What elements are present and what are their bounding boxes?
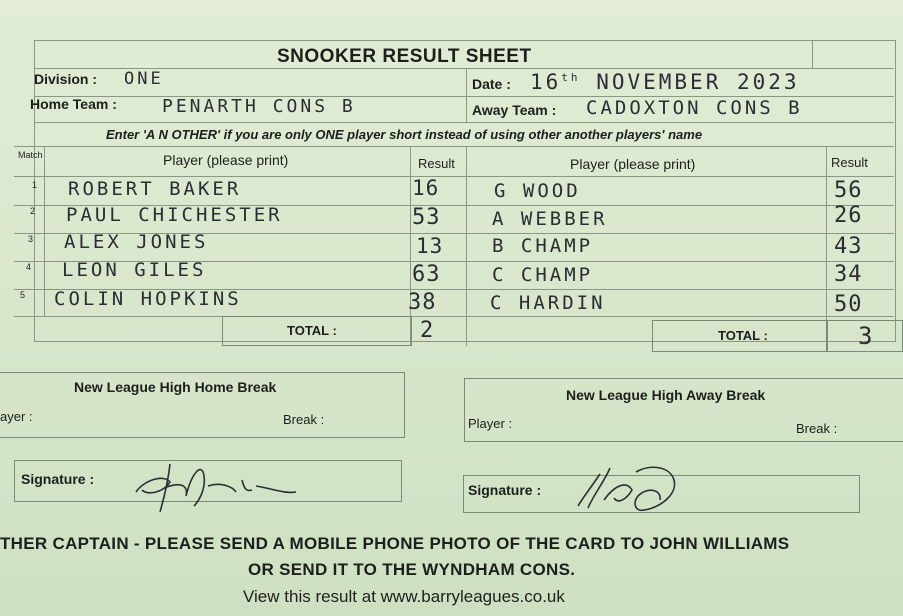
result-sheet: SNOOKER RESULT SHEET Division : ONE Date…: [0, 0, 903, 616]
home-total-value: 2: [420, 318, 437, 343]
sheet-title: SNOOKER RESULT SHEET: [277, 46, 532, 67]
rule: [812, 40, 813, 68]
division-label: Division :: [34, 71, 98, 87]
away-player: B CHAMP: [492, 235, 594, 257]
home-team-value: PENARTH CONS B: [162, 96, 356, 117]
rule: [466, 68, 467, 122]
home-player: ALEX JONES: [64, 231, 209, 253]
home-score: 16: [412, 176, 440, 200]
match-number: 1: [32, 180, 38, 190]
col-player-right-header: Player (please print): [570, 156, 696, 172]
rule: [34, 122, 894, 123]
date-rest: NOVEMBER 2023: [596, 70, 800, 94]
home-score: 53: [412, 205, 441, 230]
col-player-left-header: Player (please print): [163, 152, 289, 168]
instruction-text: Enter 'A N OTHER' if you are only ONE pl…: [106, 127, 703, 142]
away-score: 34: [834, 262, 863, 287]
away-player: A WEBBER: [492, 208, 608, 230]
date-label: Date :: [472, 76, 511, 92]
col-result-left-header: Result: [418, 156, 455, 171]
away-score: 43: [834, 234, 863, 259]
home-signature-mark: [135, 463, 297, 513]
away-total-value: 3: [858, 322, 876, 350]
home-signature-label: Signature :: [21, 471, 95, 487]
home-break-title: New League High Home Break: [74, 379, 277, 395]
home-break-label: Break :: [283, 412, 325, 427]
away-score: 50: [834, 292, 863, 317]
division-value: ONE: [124, 69, 164, 89]
away-player: G WOOD: [494, 180, 581, 202]
away-break-player-label: Player :: [468, 416, 513, 431]
away-player: C HARDIN: [490, 292, 606, 314]
rule: [14, 316, 894, 317]
home-score: 38: [408, 290, 437, 315]
home-score: 63: [412, 262, 441, 287]
footer-website-link[interactable]: View this result at www.barryleagues.co.…: [243, 587, 565, 607]
away-team-label: Away Team :: [472, 102, 557, 118]
rule: [14, 176, 894, 177]
col-match-header: Match: [18, 150, 43, 160]
away-total-label: TOTAL :: [718, 328, 768, 343]
away-break-label: Break :: [796, 421, 838, 436]
footer-instruction-line2: OR SEND IT TO THE WYNDHAM CONS.: [248, 560, 576, 579]
away-team-value: CADOXTON CONS B: [586, 97, 803, 119]
home-score: 13: [416, 234, 444, 258]
away-score: 26: [834, 203, 863, 228]
rule: [44, 146, 45, 316]
col-result-right-header: Result: [831, 155, 868, 170]
footer-instruction-line1: THER CAPTAIN - PLEASE SEND A MOBILE PHON…: [0, 534, 790, 553]
home-player: LEON GILES: [62, 259, 207, 281]
match-number: 2: [30, 206, 36, 216]
away-signature-label: Signature :: [468, 482, 542, 498]
match-number: 5: [20, 290, 26, 300]
date-value: 16th NOVEMBER 2023: [530, 70, 800, 94]
away-signature-mark: [577, 466, 676, 512]
home-total-label: TOTAL :: [287, 323, 337, 338]
home-team-label: Home Team :: [30, 96, 117, 112]
rule: [14, 146, 894, 147]
match-number: 4: [26, 262, 32, 272]
date-suffix: th: [561, 71, 581, 84]
away-break-title: New League High Away Break: [566, 387, 766, 403]
home-player: COLIN HOPKINS: [54, 288, 242, 310]
date-day: 16: [530, 70, 562, 94]
home-player: PAUL CHICHESTER: [66, 204, 283, 226]
away-score: 56: [834, 178, 863, 203]
home-player: ROBERT BAKER: [68, 178, 242, 200]
match-number: 3: [28, 234, 34, 244]
home-break-player-label: ayer :: [0, 409, 33, 424]
away-player: C CHAMP: [492, 264, 594, 286]
